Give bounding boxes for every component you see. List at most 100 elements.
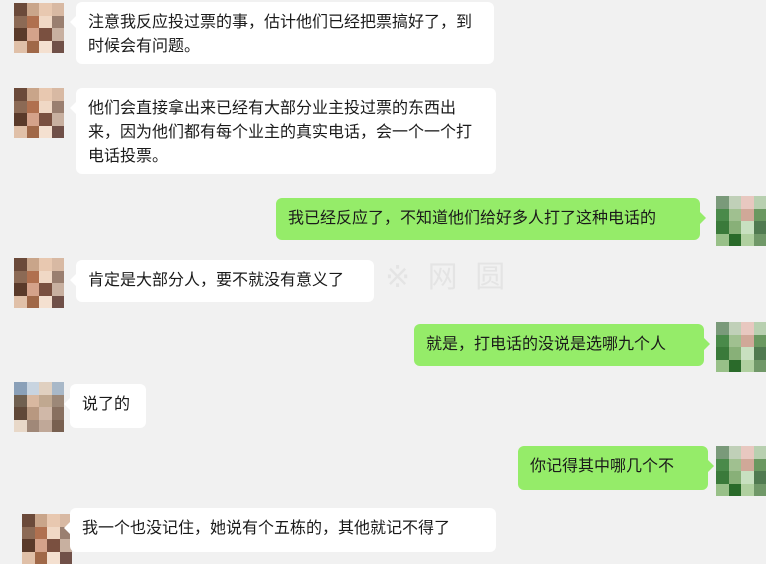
avatar-mosaic-cell — [27, 113, 40, 126]
avatar-mosaic-cell — [741, 196, 754, 209]
avatar-mosaic-cell — [35, 527, 48, 540]
avatar-mosaic-cell — [741, 484, 754, 497]
avatar-mosaic-cell — [14, 16, 27, 29]
message-bubble-incoming[interactable]: 说了的 — [70, 384, 146, 428]
avatar-mosaic-cell — [39, 16, 52, 29]
contact-avatar[interactable] — [14, 88, 64, 138]
avatar-mosaic-cell — [52, 271, 65, 284]
message-bubble-incoming[interactable]: 肯定是大部分人，要不就没有意义了 — [76, 260, 374, 302]
avatar-mosaic-cell — [14, 3, 27, 16]
message-bubble-outgoing[interactable]: 就是，打电话的没说是选哪九个人 — [414, 324, 704, 366]
avatar-mosaic-cell — [729, 459, 742, 472]
avatar-mosaic-cell — [27, 296, 40, 309]
avatar-mosaic-cell — [716, 360, 729, 373]
message-bubble-incoming[interactable]: 注意我反应投过票的事，估计他们已经把票搞好了，到时候会有问题。 — [76, 2, 494, 64]
self-avatar[interactable] — [716, 322, 766, 372]
avatar-mosaic-cell — [27, 28, 40, 41]
avatar-mosaic-cell — [39, 88, 52, 101]
contact-avatar[interactable] — [14, 382, 64, 432]
avatar-mosaic-cell — [60, 552, 73, 564]
avatar-mosaic-cell — [716, 484, 729, 497]
avatar-mosaic-cell — [39, 101, 52, 114]
message-bubble-incoming[interactable]: 我一个也没记住，她说有个五栋的，其他就记不得了 — [70, 508, 496, 552]
avatar-mosaic-cell — [52, 296, 65, 309]
avatar-mosaic-cell — [741, 459, 754, 472]
avatar-mosaic-cell — [741, 209, 754, 222]
message-bubble-incoming[interactable]: 他们会直接拿出来已经有大部分业主投过票的东西出来，因为他们都有每个业主的真实电话… — [76, 88, 496, 174]
avatar-mosaic-cell — [14, 41, 27, 54]
avatar-mosaic-cell — [22, 552, 35, 564]
avatar-mosaic-cell — [27, 407, 40, 420]
avatar-mosaic-cell — [14, 101, 27, 114]
avatar-mosaic-cell — [14, 296, 27, 309]
avatar-mosaic-cell — [754, 209, 766, 222]
avatar-mosaic-cell — [716, 459, 729, 472]
avatar-mosaic-cell — [729, 221, 742, 234]
avatar-mosaic-cell — [754, 335, 766, 348]
avatar-mosaic-cell — [741, 360, 754, 373]
avatar-mosaic-cell — [754, 322, 766, 335]
avatar-mosaic-cell — [39, 3, 52, 16]
avatar-mosaic-cell — [754, 347, 766, 360]
avatar-mosaic-cell — [35, 514, 48, 527]
contact-avatar[interactable] — [14, 3, 64, 53]
avatar-mosaic-cell — [39, 420, 52, 433]
avatar-mosaic-cell — [741, 322, 754, 335]
avatar-mosaic-cell — [27, 258, 40, 271]
avatar-mosaic-cell — [729, 471, 742, 484]
contact-avatar[interactable] — [14, 258, 64, 308]
message-bubble-outgoing[interactable]: 我已经反应了，不知道他们给好多人打了这种电话的 — [276, 198, 700, 240]
avatar-mosaic-cell — [39, 395, 52, 408]
avatar-mosaic-cell — [39, 126, 52, 139]
avatar-mosaic-cell — [14, 28, 27, 41]
avatar-mosaic-cell — [716, 322, 729, 335]
avatar-mosaic-cell — [52, 126, 65, 139]
watermark: ※ 网 圆 — [385, 252, 509, 296]
avatar-mosaic-cell — [14, 126, 27, 139]
self-avatar[interactable] — [716, 196, 766, 246]
avatar-mosaic-cell — [27, 271, 40, 284]
avatar-mosaic-cell — [716, 446, 729, 459]
avatar-mosaic-cell — [27, 41, 40, 54]
avatar-mosaic-cell — [27, 382, 40, 395]
avatar-mosaic-cell — [27, 101, 40, 114]
avatar-mosaic-cell — [52, 283, 65, 296]
avatar-mosaic-cell — [52, 258, 65, 271]
avatar-mosaic-cell — [52, 28, 65, 41]
avatar-mosaic-cell — [27, 3, 40, 16]
avatar-mosaic-cell — [716, 335, 729, 348]
avatar-mosaic-cell — [27, 16, 40, 29]
avatar-mosaic-cell — [754, 221, 766, 234]
avatar-mosaic-cell — [14, 382, 27, 395]
avatar-mosaic-cell — [52, 41, 65, 54]
avatar-mosaic-cell — [754, 360, 766, 373]
avatar-mosaic-cell — [716, 471, 729, 484]
avatar-mosaic-cell — [14, 271, 27, 284]
avatar-mosaic-cell — [729, 360, 742, 373]
avatar-mosaic-cell — [47, 552, 60, 564]
avatar-mosaic-cell — [741, 347, 754, 360]
avatar-mosaic-cell — [47, 539, 60, 552]
avatar-mosaic-cell — [39, 113, 52, 126]
avatar-mosaic-cell — [14, 407, 27, 420]
avatar-mosaic-cell — [754, 459, 766, 472]
avatar-mosaic-cell — [52, 395, 65, 408]
avatar-mosaic-cell — [39, 296, 52, 309]
avatar-mosaic-cell — [39, 271, 52, 284]
avatar-mosaic-cell — [35, 552, 48, 564]
avatar-mosaic-cell — [741, 471, 754, 484]
avatar-mosaic-cell — [52, 407, 65, 420]
message-bubble-outgoing[interactable]: 你记得其中哪几个不 — [518, 446, 708, 490]
avatar-mosaic-cell — [39, 41, 52, 54]
avatar-mosaic-cell — [14, 420, 27, 433]
avatar-mosaic-cell — [52, 101, 65, 114]
avatar-mosaic-cell — [27, 88, 40, 101]
avatar-mosaic-cell — [52, 3, 65, 16]
avatar-mosaic-cell — [52, 382, 65, 395]
avatar-mosaic-cell — [27, 420, 40, 433]
avatar-mosaic-cell — [39, 28, 52, 41]
avatar-mosaic-cell — [14, 283, 27, 296]
avatar-mosaic-cell — [716, 347, 729, 360]
self-avatar[interactable] — [716, 446, 766, 496]
avatar-mosaic-cell — [39, 283, 52, 296]
